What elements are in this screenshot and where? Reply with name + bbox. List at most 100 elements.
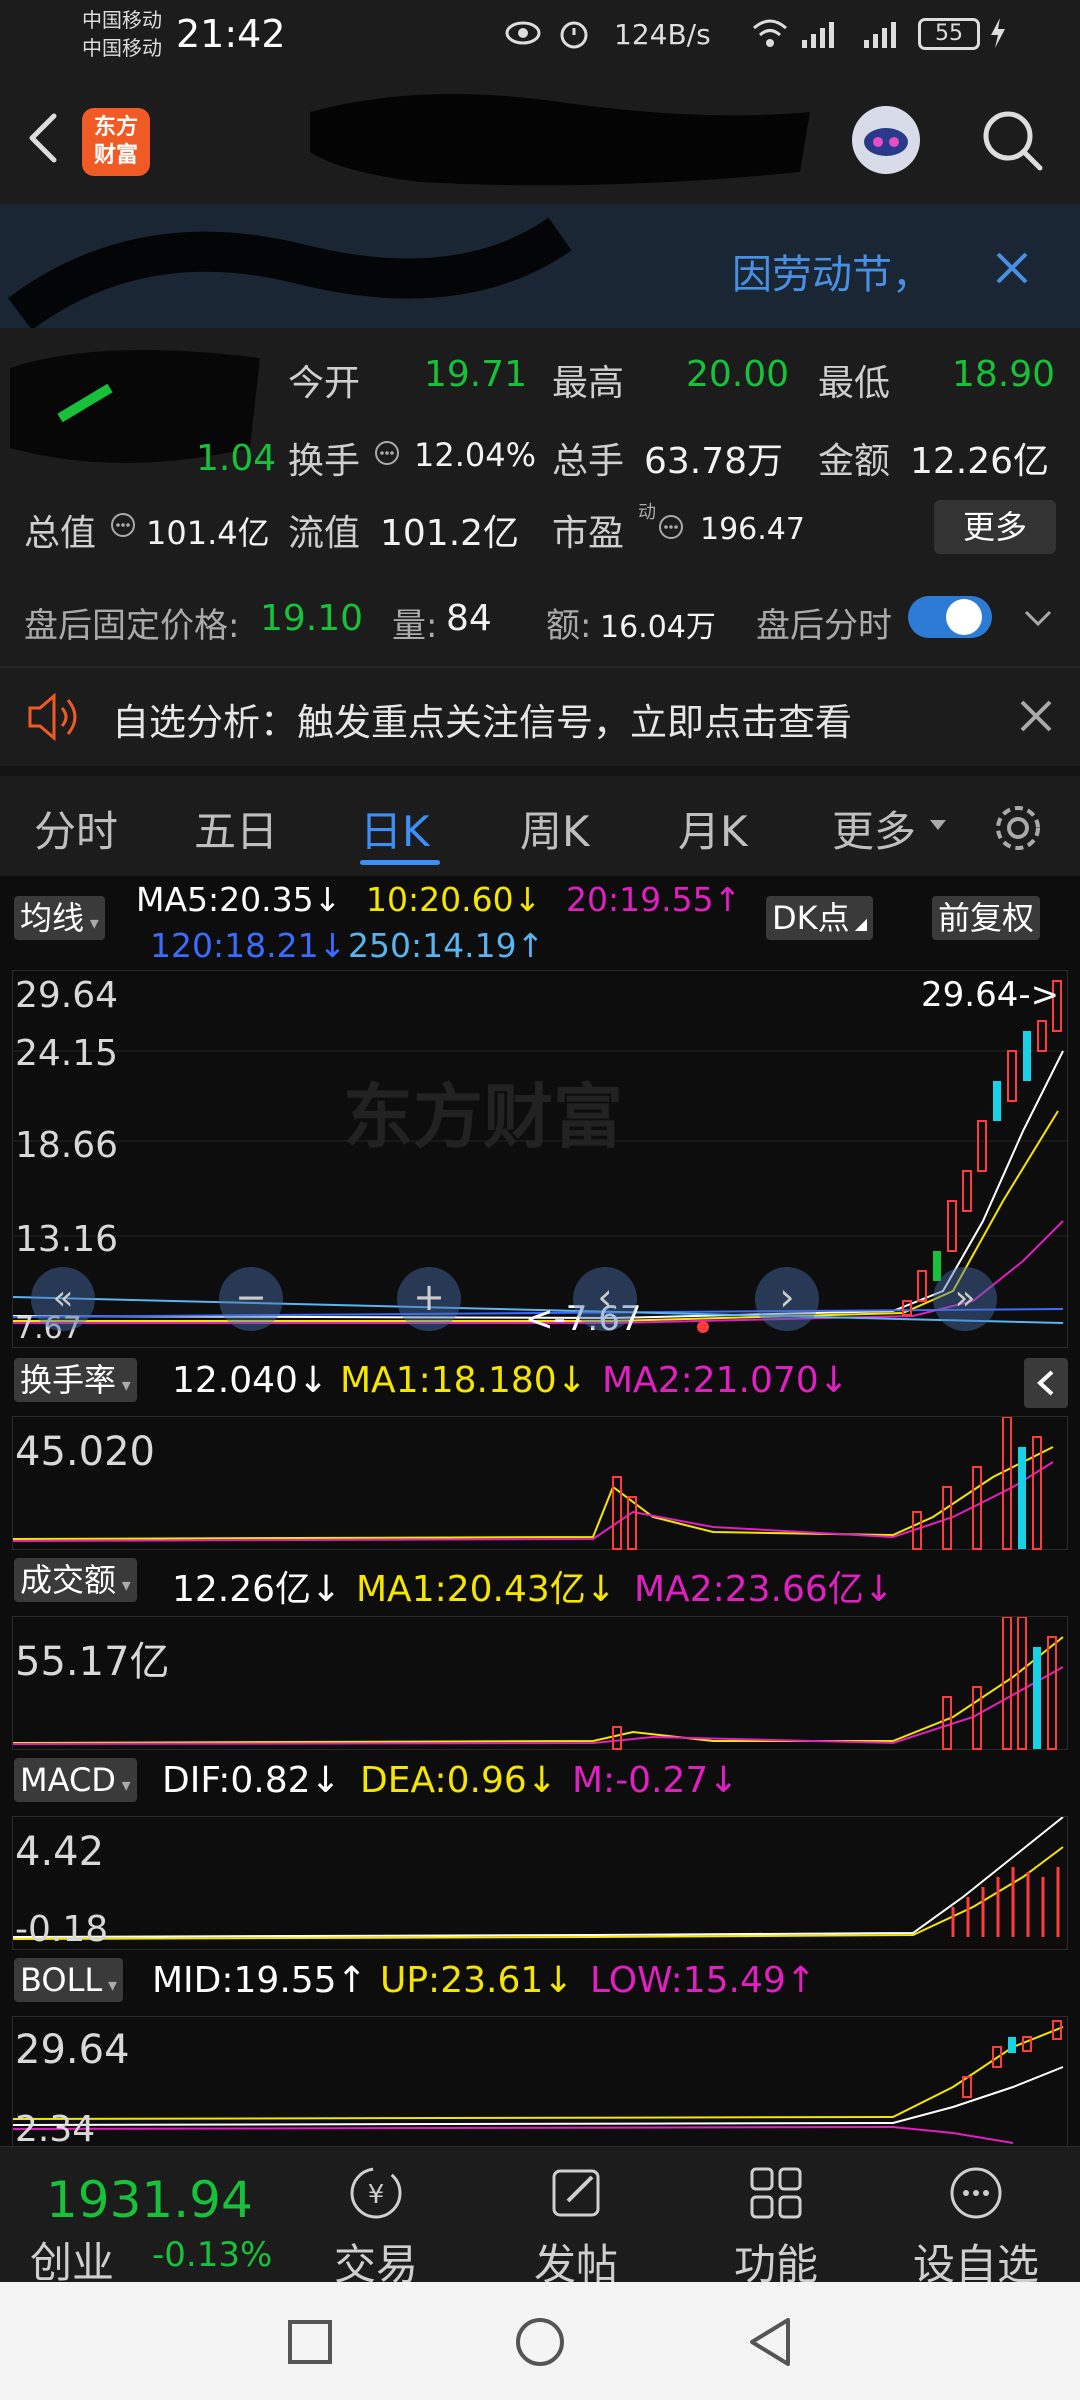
ma-indicator-button[interactable]: 均线 ▾ xyxy=(14,896,105,940)
scroll-right-fast-button[interactable]: » xyxy=(933,1267,997,1331)
tab-monthly-k[interactable]: 月K xyxy=(678,798,748,859)
notice-banner[interactable]: 因劳动节， xyxy=(0,204,1080,331)
more-dots-icon xyxy=(950,2167,1002,2219)
info-icon[interactable] xyxy=(658,514,684,540)
collapse-panel-button[interactable] xyxy=(1024,1358,1068,1408)
macd-axis-bottom: -0.18 xyxy=(15,1909,109,1950)
settings-gear-icon[interactable] xyxy=(990,800,1046,856)
clock: 21:42 xyxy=(176,12,286,56)
pe-superscript: 动 xyxy=(638,502,656,523)
ma120-value: 120:18.21↓ xyxy=(150,926,347,965)
kline-axis-2: 24.15 xyxy=(15,1033,119,1074)
boll-panel[interactable]: 29.64 2.34 xyxy=(12,2016,1068,2146)
pe-value: 196.47 xyxy=(700,512,805,547)
carrier-1: 中国移动 xyxy=(82,8,162,32)
index-name: 创业 xyxy=(30,2238,115,2287)
macd-indicator-button[interactable]: MACD ▾ xyxy=(14,1758,137,1802)
open-label: 今开 xyxy=(288,363,361,404)
turnover-current: 12.040↓ xyxy=(172,1360,329,1401)
low-value: 18.90 xyxy=(952,354,1056,395)
bottom-nav: 1931.94 创业 -0.13% ¥ 交易 发帖 功能 设自选 xyxy=(0,2146,1080,2289)
status-bar: 中国移动 中国移动 21:42 124B/s 55 xyxy=(0,0,1080,72)
tab-weekly-k[interactable]: 周K xyxy=(520,798,590,859)
kline-axis-3: 18.66 xyxy=(15,1125,119,1166)
volume-indicator-button[interactable]: 成交额 ▾ xyxy=(14,1558,137,1602)
tab-five-day[interactable]: 五日 xyxy=(194,798,278,859)
volume-panel[interactable]: 55.17亿 xyxy=(12,1616,1068,1750)
high-label: 最高 xyxy=(552,363,625,404)
total-value-label: 总值 xyxy=(24,513,97,554)
zoom-out-button[interactable]: − xyxy=(219,1267,283,1331)
robot-assistant-icon[interactable] xyxy=(846,100,926,180)
more-button[interactable]: 更多 xyxy=(934,500,1056,554)
signal-banner[interactable]: 自选分析：触发重点关注信号，立即点击查看 xyxy=(0,666,1080,768)
macd-indicator-label: MACD xyxy=(20,1761,116,1799)
kline-plot: 东方财富 xyxy=(12,980,1069,1333)
ma5-value: MA5:20.35↓ xyxy=(136,880,342,919)
notice-text: 因劳动节， xyxy=(732,252,932,298)
boll-up: UP:23.61↓ xyxy=(380,1960,574,2001)
index-ticker[interactable]: 1931.94 创业 -0.13% xyxy=(0,2147,290,2287)
scroll-left-fast-button[interactable]: « xyxy=(31,1267,95,1331)
app-logo: 东方 财富 xyxy=(82,108,150,176)
search-icon[interactable] xyxy=(978,106,1048,176)
dk-point-button[interactable]: DK点 ◢ xyxy=(766,896,874,940)
chart-area[interactable]: 均线 ▾ MA5:20.35↓ 10:20.60↓ 20:19.55↑ 120:… xyxy=(0,876,1080,2146)
nav-post[interactable]: 发帖 xyxy=(506,2163,646,2292)
recent-apps-icon[interactable] xyxy=(286,2318,334,2366)
home-icon[interactable] xyxy=(514,2316,566,2368)
info-icon[interactable] xyxy=(110,512,136,538)
macd-panel[interactable]: 4.42 -0.18 xyxy=(12,1816,1068,1950)
tab-timeshare[interactable]: 分时 xyxy=(34,798,118,859)
boll-indicator-button[interactable]: BOLL ▾ xyxy=(14,1958,123,2002)
volume-label: 总手 xyxy=(552,441,625,482)
chevron-down-icon[interactable] xyxy=(1020,600,1056,636)
grid-icon xyxy=(750,2167,802,2219)
volume-value: 63.78万 xyxy=(644,441,784,482)
nav-add-watchlist[interactable]: 设自选 xyxy=(906,2163,1046,2292)
volume-ma1: MA1:20.43亿↓ xyxy=(356,1569,616,1610)
back-nav-icon[interactable] xyxy=(744,2316,796,2368)
kline-watermark: 东方财富 xyxy=(343,1076,623,1158)
redaction-scribble xyxy=(0,204,600,331)
close-icon[interactable] xyxy=(992,248,1032,288)
turnover-ma2: MA2:21.070↓ xyxy=(602,1360,849,1401)
kline-max-marker: 29.64-> xyxy=(921,975,1060,1015)
macd-dif: DIF:0.82↓ xyxy=(162,1760,341,1801)
dropdown-triangle-icon xyxy=(928,818,948,834)
volume-ma2: MA2:23.66亿↓ xyxy=(634,1569,894,1610)
scroll-right-button[interactable]: › xyxy=(755,1267,819,1331)
turnover-indicator-button[interactable]: 换手率 ▾ xyxy=(14,1358,137,1402)
adjust-button[interactable]: 前复权 xyxy=(932,896,1041,940)
carrier-2: 中国移动 xyxy=(82,36,162,60)
back-icon[interactable] xyxy=(18,108,68,168)
logo-line-2: 财富 xyxy=(93,143,138,168)
nav-trade[interactable]: ¥ 交易 xyxy=(306,2163,446,2292)
signal-4g-icon xyxy=(796,16,844,50)
boll-plot xyxy=(13,2020,1064,2144)
kline-panel[interactable]: 东方财富 29.64 24.15 18.66 13.16 7.67 29.64-… xyxy=(12,970,1069,1348)
kline-candles xyxy=(902,980,1062,1316)
nav-functions[interactable]: 功能 xyxy=(706,2163,846,2292)
after-hours-amount-label: 额: xyxy=(546,606,592,646)
close-icon[interactable] xyxy=(1018,698,1054,734)
turnover-label: 换手 xyxy=(288,441,361,482)
amount-label: 金额 xyxy=(818,441,891,482)
macd-m: M:-0.27↓ xyxy=(572,1760,739,1801)
zoom-in-button[interactable]: + xyxy=(397,1267,461,1331)
after-hours-bar: 盘后固定价格: 19.10 量: 84 额: 16.04万 盘后分时 xyxy=(0,574,1080,666)
turnover-panel[interactable]: 45.020 xyxy=(12,1416,1068,1550)
macd-plot xyxy=(12,1816,1064,1940)
pe-label: 市盈 xyxy=(552,513,625,554)
info-icon[interactable] xyxy=(374,440,400,466)
tab-more[interactable]: 更多 xyxy=(832,798,916,859)
boll-indicator-label: BOLL xyxy=(20,1961,103,1999)
system-nav-bar xyxy=(0,2282,1080,2400)
tab-daily-k[interactable]: 日K xyxy=(360,798,430,859)
edit-icon xyxy=(552,2169,600,2217)
float-value-label: 流值 xyxy=(288,513,361,554)
volume-current: 12.26亿↓ xyxy=(172,1569,342,1610)
scroll-left-button[interactable]: ‹ xyxy=(573,1267,637,1331)
signal-text: 自选分析：触发重点关注信号，立即点击查看 xyxy=(112,701,852,744)
high-value: 20.00 xyxy=(686,354,790,395)
